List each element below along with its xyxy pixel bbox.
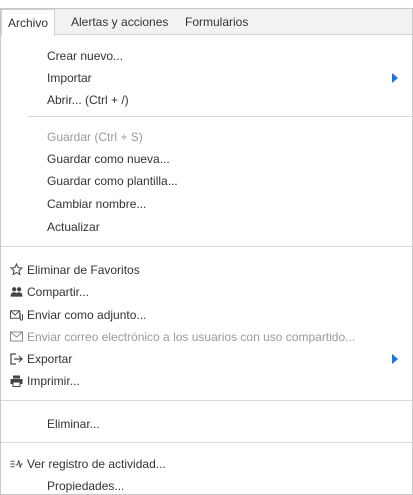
menu-separator <box>1 246 412 247</box>
menu-separator <box>27 116 412 117</box>
star-outline-icon <box>10 263 23 276</box>
menu-item-label: Compartir... <box>27 285 90 299</box>
tab-alertas-acciones[interactable]: Alertas y acciones <box>65 9 174 35</box>
menu-item-compartir[interactable]: Compartir... <box>1 281 412 303</box>
menu-item-label: Enviar correo electrónico a los usuarios… <box>27 330 356 344</box>
printer-icon <box>10 374 23 387</box>
menu-item-eliminar[interactable]: Eliminar... <box>1 413 412 435</box>
menu-separator <box>1 442 412 443</box>
top-edge <box>0 0 413 8</box>
menu-item-ver-registro[interactable]: Ver registro de actividad... <box>1 453 412 475</box>
menu-item-exportar[interactable]: Exportar <box>1 348 412 370</box>
menu-item-label: Guardar como nueva... <box>47 152 170 166</box>
menu-item-propiedades[interactable]: Propiedades... <box>1 475 412 495</box>
menu-item-guardar: Guardar (Ctrl + S) <box>1 126 412 148</box>
menu-item-label: Guardar (Ctrl + S) <box>47 130 143 144</box>
menu-item-label: Imprimir... <box>27 374 80 388</box>
menu-item-label: Cambiar nombre... <box>47 197 147 211</box>
menu-item-label: Importar <box>47 71 92 85</box>
menu-item-cambiar-nombre[interactable]: Cambiar nombre... <box>1 193 412 215</box>
submenu-arrow-icon <box>392 73 398 83</box>
menu-item-label: Actualizar <box>47 220 100 234</box>
menu-item-actualizar[interactable]: Actualizar <box>1 216 412 238</box>
menu-item-crear-nuevo[interactable]: Crear nuevo... <box>1 45 412 67</box>
menu-item-label: Propiedades... <box>47 479 125 493</box>
menu-item-label: Eliminar... <box>47 417 100 431</box>
menu-item-label: Crear nuevo... <box>47 49 124 63</box>
menu-item-label: Ver registro de actividad... <box>27 457 166 471</box>
tab-formularios[interactable]: Formularios <box>179 9 254 35</box>
attachment-mail-icon <box>10 308 23 321</box>
submenu-arrow-icon <box>392 354 398 364</box>
menu-tabbar: Archivo Alertas y acciones Formularios <box>1 9 412 36</box>
envelope-icon <box>10 330 23 343</box>
menu-item-label: Guardar como plantilla... <box>47 174 178 188</box>
menu-item-eliminar-favoritos[interactable]: Eliminar de Favoritos <box>1 259 412 281</box>
menu-item-label: Eliminar de Favoritos <box>27 263 140 277</box>
menu-item-imprimir[interactable]: Imprimir... <box>1 370 412 392</box>
menu-separator <box>1 400 412 401</box>
file-menu: Archivo Alertas y acciones Formularios C… <box>0 8 413 495</box>
tab-archivo[interactable]: Archivo <box>1 9 56 36</box>
menu-item-label: Exportar <box>27 352 73 366</box>
activity-log-icon <box>10 457 23 470</box>
menu-item-guardar-como-nueva[interactable]: Guardar como nueva... <box>1 148 412 170</box>
menu-item-label: Abrir... (Ctrl + /) <box>47 93 129 107</box>
menu-item-guardar-como-plantilla[interactable]: Guardar como plantilla... <box>1 170 412 192</box>
menu-item-importar[interactable]: Importar <box>1 67 412 89</box>
menu-item-label: Enviar como adjunto... <box>27 308 147 322</box>
menu-item-enviar-correo: Enviar correo electrónico a los usuarios… <box>1 326 412 348</box>
people-icon <box>10 285 23 298</box>
menu-item-abrir[interactable]: Abrir... (Ctrl + /) <box>1 89 412 111</box>
menu-item-enviar-adjunto[interactable]: Enviar como adjunto... <box>1 304 412 326</box>
export-icon <box>10 352 23 365</box>
